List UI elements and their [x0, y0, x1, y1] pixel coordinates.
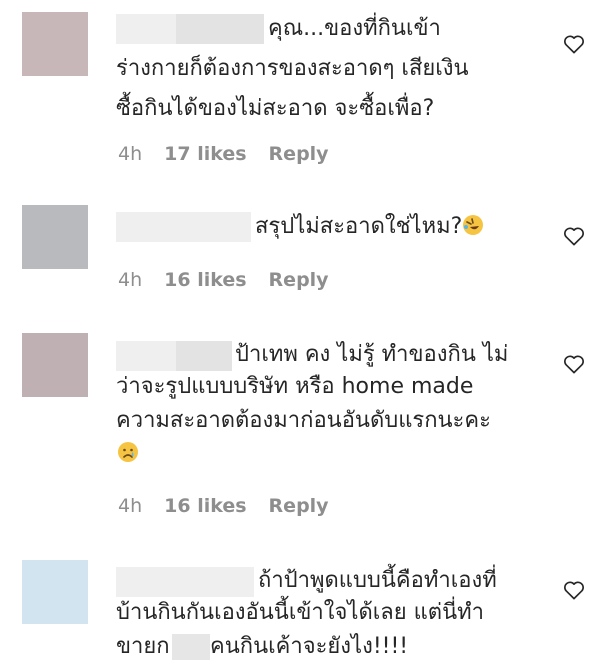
heart-outline-icon[interactable] [563, 34, 585, 54]
redacted-username [116, 14, 176, 44]
avatar[interactable] [22, 333, 88, 397]
avatar[interactable] [22, 560, 88, 624]
comment-meta: 4h 16 likes Reply [118, 268, 351, 292]
redacted-username [116, 212, 251, 242]
redacted-text [172, 634, 210, 660]
reply-button[interactable]: Reply [269, 494, 329, 518]
comment-text: ความสะอาดต้องมาก่อนอันดับแรกนะคะ [116, 408, 491, 433]
comment-text: ป้าเทพ คง ไม่รู้ ทำของกิน ไม่ [235, 342, 509, 367]
avatar[interactable] [22, 205, 88, 269]
comment-text: ว่าจะรูปแบบบริษัท หรือ home made [116, 374, 474, 399]
rolling-on-floor-laughing-emoji [463, 215, 484, 235]
timestamp: 4h [118, 269, 143, 291]
reply-button[interactable]: Reply [269, 142, 329, 166]
redacted-username [116, 341, 176, 371]
comment-text: คุณ...ของที่กินเข้า [268, 16, 441, 41]
likes-count[interactable]: 16 likes [164, 268, 246, 292]
likes-count[interactable]: 17 likes [164, 142, 246, 166]
redacted-username [176, 341, 232, 371]
reply-button[interactable]: Reply [269, 268, 329, 292]
comment-text: สรุปไม่สะอาดใช่ไหม? [255, 212, 484, 242]
avatar[interactable] [22, 12, 88, 76]
redacted-username [116, 567, 254, 597]
crying-face-emoji [118, 442, 138, 462]
comment-text: บ้านกินกันเองอันนี้เข้าใจได้เลย แต่นี่ทำ [116, 600, 484, 625]
comment-meta: 4h 17 likes Reply [118, 142, 351, 166]
comment-text: ร่างกายก็ต้องการของสะอาดๆ เสียเงิน [116, 56, 469, 81]
heart-outline-icon[interactable] [563, 354, 585, 374]
timestamp: 4h [118, 495, 143, 517]
timestamp: 4h [118, 143, 143, 165]
heart-outline-icon[interactable] [563, 580, 585, 600]
comment-text: คนกินเค้าจะยังไง!!!! [210, 634, 409, 659]
heart-outline-icon[interactable] [563, 226, 585, 246]
comment-text: ขายก [116, 634, 170, 659]
comment-text: ซื้อกินได้ของไม่สะอาด จะซื้อเพื่อ? [116, 96, 435, 121]
likes-count[interactable]: 16 likes [164, 494, 246, 518]
comment-text: ถ้าป้าพูดแบบนี้คือทำเองที่ [258, 568, 497, 593]
comment-meta: 4h 16 likes Reply [118, 494, 351, 518]
redacted-username [176, 14, 264, 44]
